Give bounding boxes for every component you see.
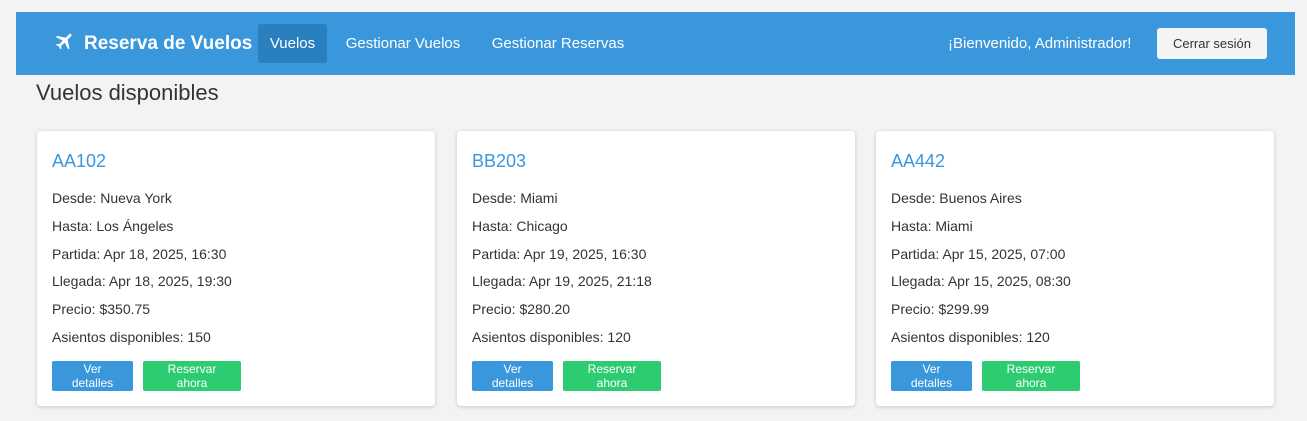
flight-to: Hasta: Miami bbox=[891, 217, 973, 234]
flight-price: Precio: $280.20 bbox=[472, 301, 571, 318]
welcome-text: ¡Bienvenido, Administrador! bbox=[948, 35, 1132, 52]
flight-seats: Asientos disponibles: 120 bbox=[891, 328, 1050, 345]
flight-departure: Partida: Apr 18, 2025, 16:30 bbox=[52, 245, 227, 262]
nav-vuelos[interactable]: Vuelos bbox=[258, 24, 327, 63]
navbar: Reserva de Vuelos Vuelos Gestionar Vuelo… bbox=[16, 12, 1295, 75]
reserve-now-button[interactable]: Reservar ahora bbox=[563, 361, 661, 391]
flight-arrival: Llegada: Apr 15, 2025, 08:30 bbox=[891, 273, 1071, 290]
view-details-button[interactable]: Ver detalles bbox=[52, 361, 133, 391]
flight-departure: Partida: Apr 19, 2025, 16:30 bbox=[472, 245, 647, 262]
reserve-now-button[interactable]: Reservar ahora bbox=[982, 361, 1080, 391]
brand-title: Reserva de Vuelos bbox=[84, 32, 253, 54]
flight-seats: Asientos disponibles: 150 bbox=[52, 328, 211, 345]
flight-seats: Asientos disponibles: 120 bbox=[472, 328, 631, 345]
view-details-button[interactable]: Ver detalles bbox=[472, 361, 553, 391]
logout-button[interactable]: Cerrar sesión bbox=[1157, 28, 1267, 59]
brand[interactable]: Reserva de Vuelos bbox=[54, 12, 252, 75]
flight-from: Desde: Buenos Aires bbox=[891, 190, 1022, 206]
flight-to: Hasta: Los Ángeles bbox=[52, 217, 174, 234]
flight-arrival: Llegada: Apr 18, 2025, 19:30 bbox=[52, 273, 232, 290]
flight-price: Precio: $299.99 bbox=[891, 301, 990, 318]
flight-code: AA102 bbox=[52, 151, 107, 171]
flight-arrival: Llegada: Apr 19, 2025, 21:18 bbox=[472, 273, 652, 290]
view-details-button[interactable]: Ver detalles bbox=[891, 361, 972, 391]
flight-to: Hasta: Chicago bbox=[472, 217, 568, 234]
flight-card: BB203 Desde: Miami Hasta: Chicago Partid… bbox=[457, 131, 855, 406]
flight-price: Precio: $350.75 bbox=[52, 301, 151, 318]
page-title: Vuelos disponibles bbox=[36, 80, 219, 105]
airplane-icon bbox=[54, 30, 76, 58]
flight-from: Desde: Nueva York bbox=[52, 190, 172, 206]
nav-gestionar-vuelos[interactable]: Gestionar Vuelos bbox=[338, 24, 468, 63]
nav-gestionar-reservas[interactable]: Gestionar Reservas bbox=[483, 24, 633, 63]
flight-card: AA102 Desde: Nueva York Hasta: Los Ángel… bbox=[37, 131, 435, 406]
flight-code: BB203 bbox=[472, 151, 527, 171]
flight-from: Desde: Miami bbox=[472, 190, 558, 206]
flight-departure: Partida: Apr 15, 2025, 07:00 bbox=[891, 245, 1066, 262]
flight-code: AA442 bbox=[891, 151, 946, 171]
reserve-now-button[interactable]: Reservar ahora bbox=[143, 361, 241, 391]
flight-card: AA442 Desde: Buenos Aires Hasta: Miami P… bbox=[876, 131, 1274, 406]
